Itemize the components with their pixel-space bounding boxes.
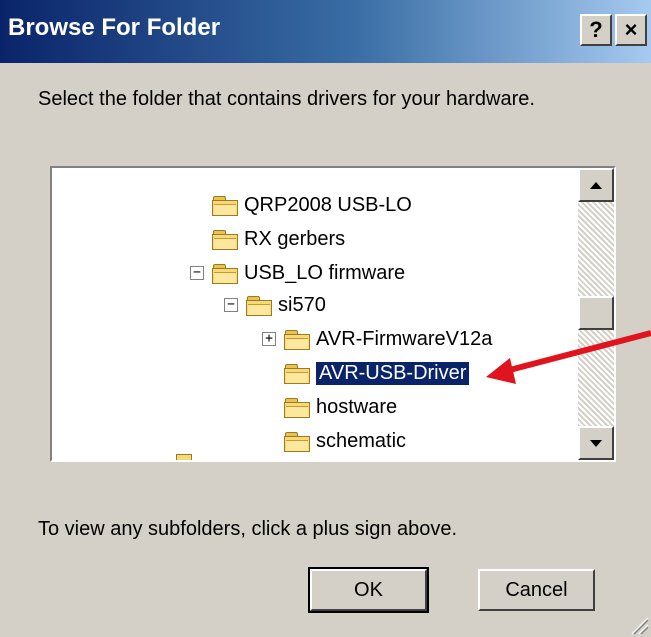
scroll-up-button[interactable] — [578, 168, 614, 202]
tree-item-label: USB_LO firmware — [244, 261, 406, 284]
partial-folder-icon — [176, 454, 192, 460]
tree-item-qrp2008[interactable]: QRP2008 USB-LO — [212, 190, 412, 220]
expand-icon[interactable]: + — [262, 332, 276, 346]
tree-item-label: schematic — [316, 429, 407, 452]
tree-item-label: AVR-FirmwareV12a — [316, 327, 493, 350]
folder-icon — [284, 329, 310, 350]
folder-tree[interactable]: QRP2008 USB-LO RX gerbers − USB_LO firmw… — [50, 166, 616, 462]
folder-icon — [212, 229, 238, 250]
folder-tree-content: QRP2008 USB-LO RX gerbers − USB_LO firmw… — [52, 168, 578, 460]
tree-item-schematic[interactable]: schematic — [284, 426, 406, 456]
open-folder-icon — [284, 363, 310, 384]
vertical-scrollbar[interactable] — [578, 168, 614, 460]
help-button[interactable]: ? — [580, 14, 612, 46]
tree-item-avr-usb-driver[interactable]: AVR-USB-Driver — [284, 358, 471, 388]
tree-item-rx-gerbers[interactable]: RX gerbers — [212, 224, 345, 254]
tree-item-label: hostware — [316, 395, 398, 418]
subfolder-hint-text: To view any subfolders, click a plus sig… — [38, 518, 458, 540]
tree-item-hostware[interactable]: hostware — [284, 392, 397, 422]
window-title: Browse For Folder — [8, 14, 221, 41]
tree-item-avr-firmware[interactable]: + AVR-FirmwareV12a — [262, 324, 492, 354]
collapse-icon[interactable]: − — [190, 266, 204, 280]
cancel-button[interactable]: Cancel — [478, 569, 595, 611]
arrow-up-icon — [590, 181, 602, 189]
tree-item-usb-lo-firmware[interactable]: − USB_LO firmware — [190, 258, 405, 288]
folder-icon — [284, 397, 310, 418]
tree-item-label-selected: AVR-USB-Driver — [314, 360, 471, 386]
instruction-text: Select the folder that contains drivers … — [38, 88, 535, 110]
folder-icon — [212, 263, 238, 284]
folder-icon — [284, 431, 310, 452]
scroll-thumb[interactable] — [578, 296, 614, 330]
arrow-down-icon — [590, 439, 602, 447]
folder-icon — [212, 195, 238, 216]
resize-grip-icon[interactable] — [627, 613, 649, 635]
tree-item-label: RX gerbers — [244, 227, 346, 250]
tree-item-label: si570 — [278, 293, 326, 316]
collapse-icon[interactable]: − — [224, 298, 238, 312]
browse-for-folder-dialog: Browse For Folder ? × Select the folder … — [0, 0, 651, 637]
tree-item-si570[interactable]: − si570 — [224, 290, 326, 320]
title-bar[interactable]: Browse For Folder ? × — [0, 0, 651, 63]
tree-item-label: QRP2008 USB-LO — [244, 193, 412, 216]
folder-icon — [246, 295, 272, 316]
close-button[interactable]: × — [615, 14, 647, 46]
scroll-down-button[interactable] — [578, 426, 614, 460]
ok-button[interactable]: OK — [308, 567, 429, 613]
